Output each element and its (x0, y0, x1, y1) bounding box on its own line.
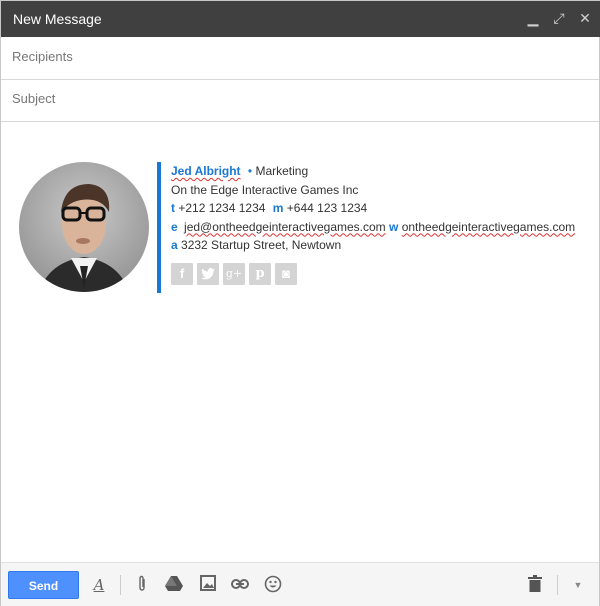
attach-icon[interactable] (132, 575, 152, 595)
signature-name: Jed Albright (171, 164, 241, 178)
signature-phone: +212 1234 1234 (178, 201, 266, 215)
insert-photo-icon[interactable] (198, 575, 218, 595)
compose-window: New Message ▁ ⤢ ✕ Jed Albright • Ma (0, 0, 600, 606)
facebook-icon[interactable]: f (171, 262, 193, 285)
expand-icon[interactable]: ⤢ (551, 9, 567, 27)
google-plus-icon[interactable]: g+ (223, 262, 245, 285)
email-label: e (171, 219, 178, 234)
signature-email[interactable]: jed@ontheedgeinteractivegames.com (184, 220, 386, 234)
avatar-photo (39, 184, 129, 292)
signature-mobile: +644 123 1234 (286, 201, 368, 215)
compose-toolbar: Send A ▼ (1, 562, 599, 606)
email-signature: Jed Albright • Marketing On the Edge Int… (157, 162, 575, 293)
more-options-icon[interactable]: ▼ (568, 575, 588, 595)
address-label: a (171, 238, 178, 252)
signature-company: On the Edge Interactive Games Inc (171, 182, 359, 197)
toolbar-divider (557, 575, 558, 595)
format-text-icon[interactable]: A (89, 575, 109, 595)
signature-web[interactable]: ontheedgeinteractivegames.com (402, 220, 575, 234)
mobile-label: m (272, 201, 284, 215)
minimize-icon[interactable]: ▁ (525, 9, 541, 27)
separator-dot: • (247, 164, 253, 178)
signature-department: Marketing (255, 164, 309, 178)
send-button[interactable]: Send (8, 571, 79, 599)
emoji-icon[interactable] (263, 575, 283, 595)
signature-address: 3232 Startup Street, Newtown (181, 238, 342, 252)
phone-label: t (171, 201, 175, 215)
trash-icon[interactable] (525, 575, 545, 595)
social-icons: f g+ p ◙ (171, 262, 575, 285)
web-label: w (389, 219, 399, 234)
close-icon[interactable]: ✕ (577, 9, 593, 27)
twitter-icon[interactable] (197, 262, 219, 285)
window-title: New Message (13, 11, 102, 27)
instagram-icon[interactable]: ◙ (275, 262, 297, 285)
recipients-field[interactable] (1, 37, 599, 80)
title-bar[interactable]: New Message ▁ ⤢ ✕ (1, 1, 600, 37)
toolbar-divider (120, 575, 121, 595)
subject-field[interactable] (1, 79, 599, 122)
pinterest-icon[interactable]: p (249, 262, 271, 285)
drive-icon[interactable] (164, 575, 184, 595)
subject-input[interactable] (10, 90, 584, 107)
avatar (19, 162, 149, 292)
recipients-input[interactable] (10, 48, 584, 65)
link-icon[interactable] (230, 575, 250, 595)
